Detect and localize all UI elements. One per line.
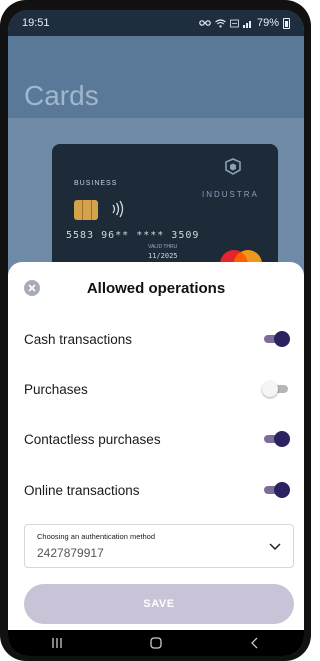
status-time: 19:51 <box>22 17 50 29</box>
online-transactions-toggle[interactable] <box>262 481 290 499</box>
operation-label: Contactless purchases <box>24 431 161 447</box>
chevron-down-icon <box>269 543 281 551</box>
industra-logo-icon <box>225 158 241 175</box>
auth-method-label: Choosing an authentication method <box>37 532 156 541</box>
signal-icon <box>242 20 251 28</box>
auth-method-value: 2427879917 <box>37 546 104 560</box>
status-bar: 19:51 79% <box>8 10 304 36</box>
operation-label: Cash transactions <box>24 331 133 347</box>
allowed-operations-sheet: Allowed operations Cash transactions Pur… <box>8 262 304 630</box>
sheet-title: Allowed operations <box>86 280 226 297</box>
screen: 19:51 79% Cards BUSINESS INDUSTRA 5583 9… <box>8 10 304 656</box>
nav-bar <box>8 630 304 656</box>
card-type: BUSINESS <box>74 180 118 187</box>
auth-method-select[interactable]: Choosing an authentication method 242787… <box>24 524 294 568</box>
operation-label: Purchases <box>24 381 88 397</box>
battery-percent: 79% <box>256 17 279 29</box>
volte-icon <box>230 19 239 27</box>
operation-label: Online transactions <box>24 482 140 498</box>
operation-row-online: Online transactions <box>24 475 290 505</box>
operation-row-purchases: Purchases <box>24 374 290 404</box>
save-button[interactable]: SAVE <box>24 584 294 624</box>
card-valid-label: VALID THRU <box>148 244 178 250</box>
page-title: Cards <box>24 80 99 111</box>
card-brand: INDUSTRA <box>202 190 259 199</box>
contactless-icon <box>112 200 124 218</box>
home-icon[interactable] <box>149 636 163 650</box>
chip-icon <box>74 200 98 220</box>
back-icon[interactable] <box>248 636 262 650</box>
card-expiry: 11/2025 <box>148 252 178 260</box>
card-number: 5583 96** **** 3509 <box>66 230 200 241</box>
purchases-toggle[interactable] <box>262 380 290 398</box>
recent-apps-icon[interactable] <box>50 636 64 650</box>
battery-icon <box>283 17 290 29</box>
operation-row-contactless: Contactless purchases <box>24 424 290 454</box>
cash-transactions-toggle[interactable] <box>262 330 290 348</box>
operation-row-cash: Cash transactions <box>24 324 290 354</box>
status-icons: 79% <box>199 17 290 29</box>
wifi-icon <box>215 18 226 27</box>
key-icon <box>199 20 211 26</box>
contactless-purchases-toggle[interactable] <box>262 430 290 448</box>
phone-frame: 19:51 79% Cards BUSINESS INDUSTRA 5583 9… <box>0 0 311 661</box>
